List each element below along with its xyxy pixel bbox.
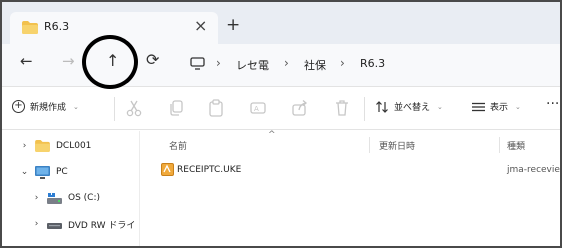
column-divider[interactable] [369, 137, 370, 153]
new-button[interactable]: + 新規作成 ⌄ [12, 100, 79, 113]
refresh-button[interactable]: ⟳ [146, 50, 159, 69]
chevron-down-icon: ⌄ [515, 102, 521, 111]
drive-icon [47, 192, 62, 204]
tree-item-pc[interactable]: ⌄ PC [20, 161, 68, 183]
uke-file-icon [161, 163, 174, 176]
pc-icon [35, 165, 50, 179]
svg-text:A: A [254, 105, 259, 113]
tree-item-dvd-drive[interactable]: › DVD RW ドライ [32, 213, 136, 235]
file-list: 名前 ^ 更新日時 種類 RECEIPTC.UKE jma-recevie [141, 130, 560, 246]
tree-item-dcl001[interactable]: › DCL001 [20, 135, 91, 157]
address-segment-shaho[interactable]: 社保 [304, 57, 326, 73]
tab-close-button[interactable]: × [194, 16, 207, 35]
more-options-button[interactable]: ··· [546, 96, 559, 112]
column-header-type[interactable]: 種類 [507, 139, 525, 152]
delete-icon[interactable] [334, 99, 350, 117]
copy-icon[interactable] [168, 99, 184, 117]
address-segment-rece[interactable]: レセ電 [236, 57, 269, 73]
divider [114, 97, 115, 121]
command-bar: + 新規作成 ⌄ A 並べ替え ⌄ 表示 ⌄ ··· [2, 86, 560, 130]
column-divider[interactable] [499, 137, 500, 153]
new-label: 新規作成 [30, 103, 67, 113]
sort-button[interactable]: 並べ替え ⌄ [376, 100, 443, 113]
tree-label: DCL001 [56, 141, 92, 151]
folder-icon [35, 140, 50, 152]
forward-button[interactable]: → [62, 52, 75, 70]
tree-label: PC [56, 167, 68, 177]
address-separator: › [340, 56, 345, 70]
chevron-right-icon[interactable]: › [20, 141, 29, 151]
tab-r63[interactable]: R6.3 × [10, 12, 218, 44]
rename-icon[interactable]: A [250, 99, 266, 117]
navigation-pane: › DCL001 ⌄ PC › OS (C:) › DVD RW ドライ [2, 131, 140, 246]
sort-label: 並べ替え [394, 103, 431, 113]
navigation-bar: ← → ↑ ⟳ › レセ電 › 社保 › R6.3 [2, 44, 560, 86]
file-type: jma-recevie [507, 165, 560, 175]
file-name: RECEIPTC.UKE [177, 165, 242, 175]
back-button[interactable]: ← [20, 52, 33, 70]
address-separator: › [284, 56, 289, 70]
address-separator: › [216, 56, 221, 70]
paste-icon[interactable] [208, 99, 224, 117]
chevron-down-icon: ⌄ [73, 102, 79, 111]
share-icon[interactable] [292, 99, 308, 117]
tab-title: R6.3 [44, 20, 70, 33]
list-view-icon [472, 102, 485, 111]
tab-strip: R6.3 × + [2, 2, 560, 44]
view-label: 表示 [490, 103, 509, 113]
view-button[interactable]: 表示 ⌄ [472, 100, 521, 113]
chevron-down-icon: ⌄ [437, 102, 443, 111]
folder-icon [22, 21, 38, 34]
sort-up-icon: ^ [268, 130, 276, 140]
column-header-modified[interactable]: 更新日時 [379, 139, 415, 152]
column-header-name[interactable]: 名前 [169, 139, 187, 152]
address-bar[interactable]: › レセ電 › 社保 › R6.3 [180, 50, 552, 80]
cut-icon[interactable] [126, 99, 142, 117]
tree-label: DVD RW ドライ [68, 220, 136, 231]
plus-circle-icon: + [12, 100, 25, 113]
up-button[interactable]: ↑ [106, 51, 119, 70]
chevron-down-icon[interactable]: ⌄ [20, 167, 29, 177]
new-tab-button[interactable]: + [226, 15, 240, 35]
file-row[interactable]: RECEIPTC.UKE jma-recevie [155, 161, 560, 181]
tree-item-os-c[interactable]: › OS (C:) [32, 187, 100, 209]
chevron-right-icon[interactable]: › [32, 219, 41, 229]
monitor-icon [190, 57, 205, 70]
chevron-right-icon[interactable]: › [32, 193, 41, 203]
dvd-drive-icon [47, 222, 62, 229]
address-segment-r63[interactable]: R6.3 [360, 57, 385, 70]
divider [364, 97, 365, 121]
tree-label: OS (C:) [68, 193, 100, 203]
explorer-window: R6.3 × + ← → ↑ ⟳ › レセ電 › 社保 › R6.3 + 新規作… [0, 0, 562, 248]
sort-icon [376, 100, 388, 113]
